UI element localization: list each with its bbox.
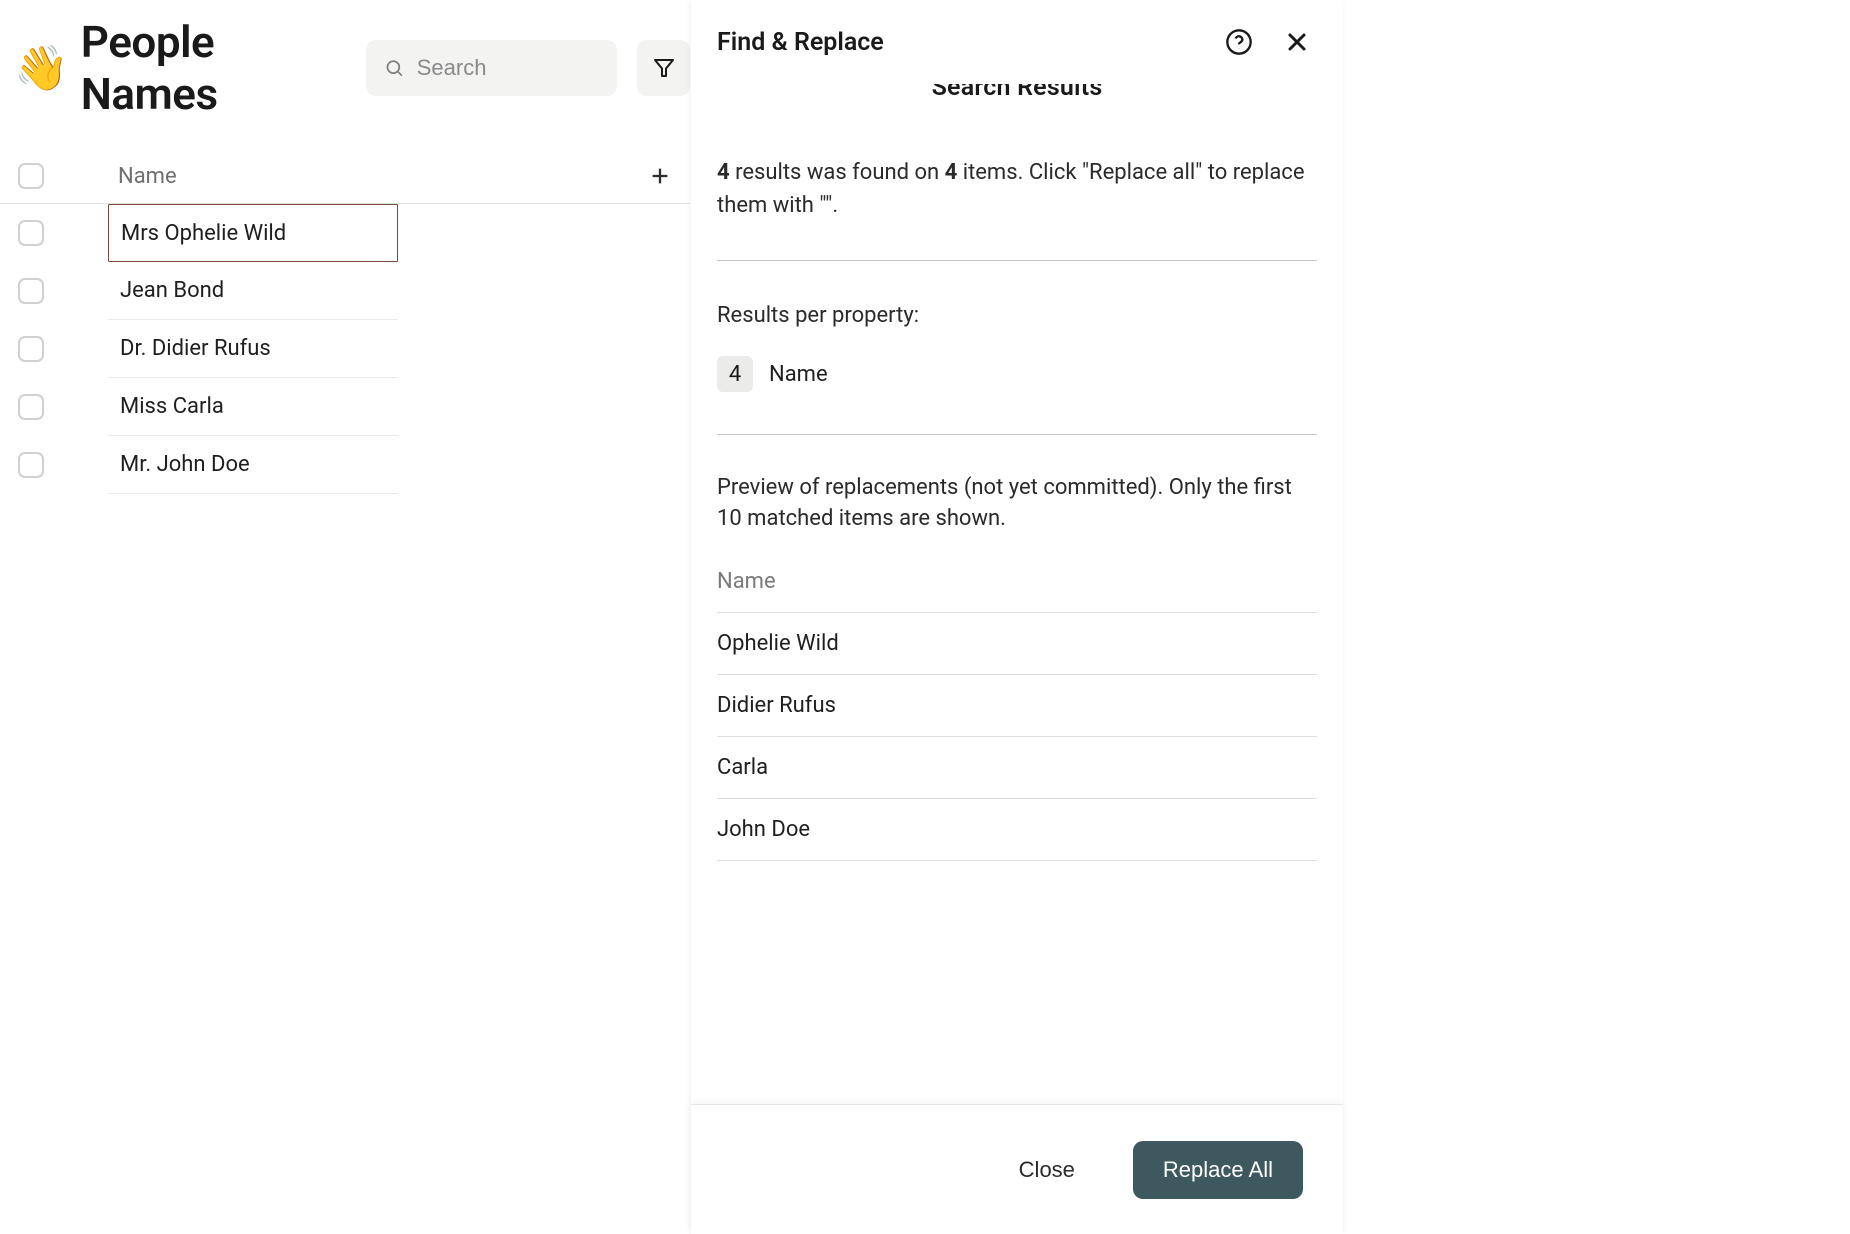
- plus-icon: [649, 165, 671, 187]
- select-all-checkbox[interactable]: [18, 163, 44, 189]
- items-count: 4: [945, 160, 958, 185]
- preview-item: Ophelie Wild: [717, 612, 1317, 674]
- summary-text-a: results was found on: [730, 160, 945, 185]
- name-cell[interactable]: Mr. John Doe: [108, 436, 398, 494]
- preview-note: Preview of replacements (not yet committ…: [717, 473, 1317, 535]
- table-row[interactable]: Jean Bond: [0, 262, 398, 320]
- replace-all-button[interactable]: Replace All: [1133, 1141, 1303, 1199]
- close-icon: [1285, 30, 1309, 54]
- name-cell[interactable]: Jean Bond: [108, 262, 398, 320]
- property-name: Name: [769, 362, 828, 387]
- table-row[interactable]: Miss Carla: [0, 378, 398, 436]
- column-header-name[interactable]: Name: [108, 164, 630, 189]
- row-checkbox[interactable]: [18, 278, 44, 304]
- row-checkbox[interactable]: [18, 394, 44, 420]
- row-checkbox[interactable]: [18, 452, 44, 478]
- divider: [717, 260, 1317, 261]
- filter-icon: [652, 56, 676, 80]
- preview-item: John Doe: [717, 798, 1317, 861]
- results-summary: 4 results was found on 4 items. Click "R…: [717, 156, 1317, 222]
- per-property-label: Results per property:: [717, 303, 1317, 328]
- search-icon: [384, 56, 404, 80]
- close-button[interactable]: Close: [989, 1141, 1105, 1199]
- panel-title: Find & Replace: [717, 28, 1219, 57]
- preview-column-header: Name: [717, 569, 1317, 612]
- section-heading-truncated: Search Results: [717, 84, 1317, 102]
- row-checkbox[interactable]: [18, 336, 44, 362]
- page-title: People Names: [81, 16, 345, 120]
- data-table: Name Mrs Ophelie WildJean BondDr. Didier…: [0, 148, 690, 494]
- add-column-button[interactable]: [630, 165, 690, 187]
- help-button[interactable]: [1219, 22, 1259, 62]
- name-cell[interactable]: Dr. Didier Rufus: [108, 320, 398, 378]
- results-count: 4: [717, 160, 730, 185]
- search-box[interactable]: [366, 40, 617, 96]
- table-row[interactable]: Mr. John Doe: [0, 436, 398, 494]
- property-count-badge: 4: [717, 356, 753, 392]
- search-input[interactable]: [417, 55, 600, 81]
- find-replace-panel: Find & Replace Search Results 4 results …: [691, 0, 1343, 1234]
- name-cell[interactable]: Miss Carla: [108, 378, 398, 436]
- preview-item: Didier Rufus: [717, 674, 1317, 736]
- close-panel-button[interactable]: [1277, 22, 1317, 62]
- divider: [717, 434, 1317, 435]
- name-cell[interactable]: Mrs Ophelie Wild: [108, 204, 398, 262]
- preview-list: Ophelie WildDidier RufusCarlaJohn Doe: [717, 612, 1317, 861]
- preview-item: Carla: [717, 736, 1317, 798]
- row-checkbox[interactable]: [18, 220, 44, 246]
- filter-button[interactable]: [637, 40, 690, 96]
- help-icon: [1225, 28, 1253, 56]
- table-row[interactable]: Dr. Didier Rufus: [0, 320, 398, 378]
- page-emoji-icon: 👋: [14, 46, 69, 90]
- table-row[interactable]: Mrs Ophelie Wild: [0, 204, 398, 262]
